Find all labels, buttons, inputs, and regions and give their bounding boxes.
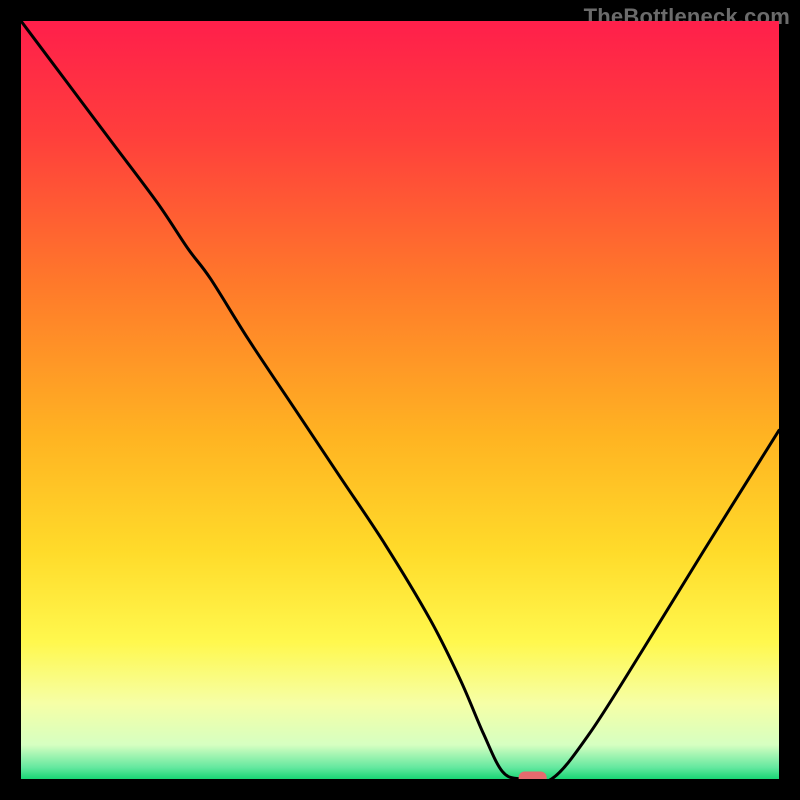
optimal-marker [519, 772, 547, 780]
plot-area [21, 21, 779, 779]
chart-frame: TheBottleneck.com [0, 0, 800, 800]
gradient-background [21, 21, 779, 779]
bottleneck-chart [21, 21, 779, 779]
